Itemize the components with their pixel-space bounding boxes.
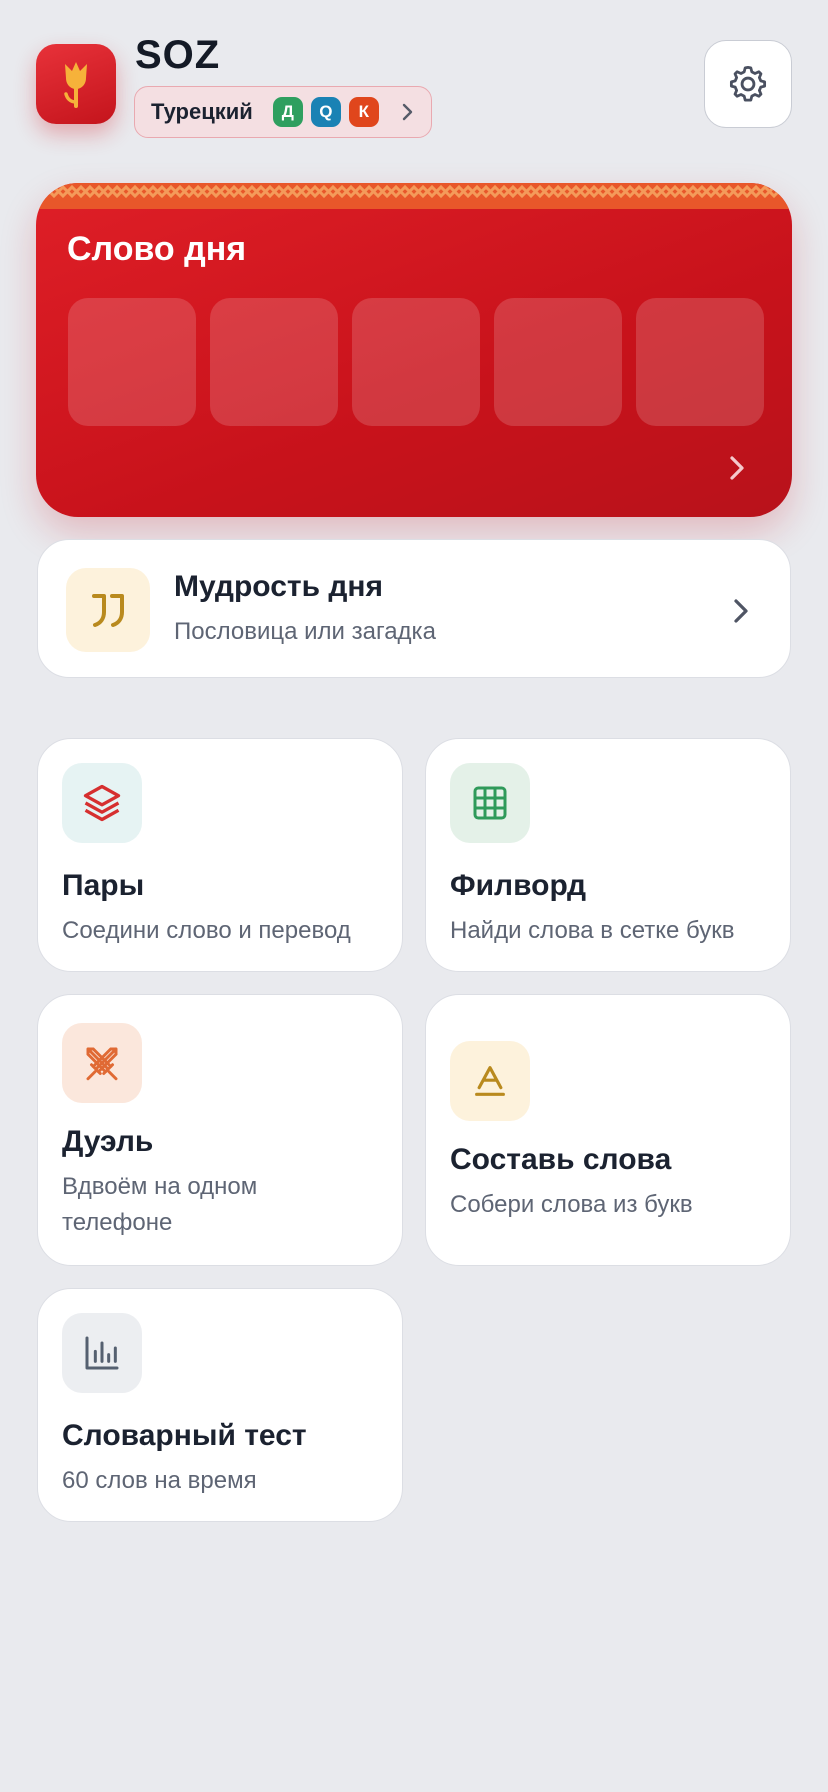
game-title: Филворд xyxy=(450,869,587,902)
letter-a-icon-tile xyxy=(450,1041,530,1121)
game-title: Дуэль xyxy=(62,1125,154,1158)
chevron-right-icon xyxy=(734,599,748,623)
swords-icon-tile xyxy=(62,1023,142,1103)
layers-icon xyxy=(83,784,121,822)
word-of-day-title: Слово дня xyxy=(67,230,247,268)
letter-tile xyxy=(352,298,480,426)
language-name: Турецкий xyxy=(151,99,253,124)
game-card-vocab-test[interactable]: Словарный тест 60 слов на время xyxy=(37,1288,403,1522)
game-title: Составь слова xyxy=(450,1143,672,1176)
grid-icon xyxy=(473,786,507,820)
game-card-wordsearch[interactable]: Филворд Найди слова в сетке букв xyxy=(425,738,791,972)
game-subtitle: 60 слов на время xyxy=(62,1467,257,1494)
layers-icon-tile xyxy=(62,763,142,843)
script-badge-arabic: К xyxy=(348,97,379,127)
gear-icon xyxy=(729,65,767,102)
swords-icon xyxy=(86,1047,118,1081)
letter-a-icon xyxy=(475,1066,505,1096)
game-title: Словарный тест xyxy=(62,1419,307,1452)
game-card-compose-words[interactable]: Составь слова Собери слова из букв xyxy=(425,994,791,1266)
letter-tile xyxy=(210,298,338,426)
language-selector[interactable]: Турецкий Д Q К xyxy=(134,86,432,138)
chevron-right-icon xyxy=(402,103,413,121)
tulip-icon xyxy=(64,62,87,108)
game-subtitle: Вдвоём на одном телефоне xyxy=(62,1173,258,1236)
bar-chart-icon-tile xyxy=(62,1313,142,1393)
letter-tile xyxy=(68,298,196,426)
settings-button[interactable] xyxy=(704,40,792,128)
wisdom-of-day-card[interactable]: Мудрость дня Пословица или загадка xyxy=(37,539,791,678)
app-name: SOZ xyxy=(135,33,221,77)
quote-icon xyxy=(92,594,124,627)
wisdom-subtitle: Пословица или загадка xyxy=(174,618,436,645)
game-title: Пары xyxy=(62,869,145,902)
letter-tiles xyxy=(68,298,764,426)
game-card-pairs[interactable]: Пары Соедини слово и перевод xyxy=(37,738,403,972)
game-subtitle: Соедини слово и перевод xyxy=(62,917,351,944)
letter-tile xyxy=(494,298,622,426)
quote-icon-tile xyxy=(66,568,150,652)
app-logo xyxy=(36,44,116,124)
script-badge-cyrillic: Д xyxy=(272,97,303,127)
home-screen: SOZ Турецкий Д Q К Слово дня Мудрость дн… xyxy=(0,0,828,1792)
game-subtitle: Собери слова из букв xyxy=(450,1191,693,1218)
letter-tile xyxy=(636,298,764,426)
word-of-day-card[interactable]: Слово дня xyxy=(36,183,792,517)
ornament-pattern xyxy=(36,183,792,209)
game-subtitle: Найди слова в сетке букв xyxy=(450,917,735,944)
chevron-right-icon xyxy=(730,456,744,480)
script-badge-latin: Q xyxy=(310,97,341,127)
wisdom-title: Мудрость дня xyxy=(174,570,384,603)
game-card-duel[interactable]: Дуэль Вдвоём на одном телефоне xyxy=(37,994,403,1266)
bar-chart-icon xyxy=(85,1336,119,1370)
grid-icon-tile xyxy=(450,763,530,843)
